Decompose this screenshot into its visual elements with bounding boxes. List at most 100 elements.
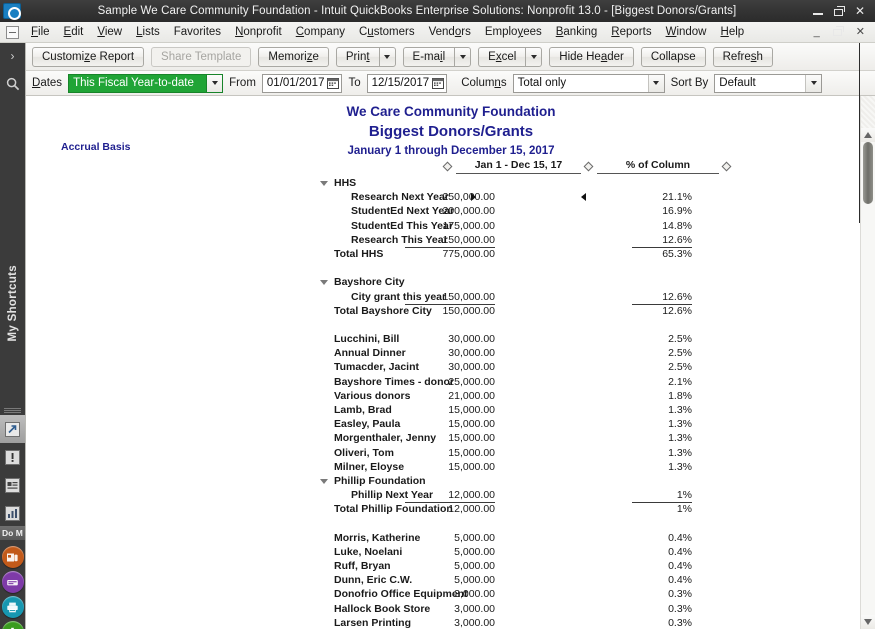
report-row[interactable]: Luke, Noelani 5,000.00 0.4% [56, 545, 846, 559]
collapse-button[interactable]: Collapse [640, 46, 706, 67]
close-button[interactable]: ✕ [855, 5, 865, 17]
row-percent[interactable]: 2.5% [632, 332, 692, 346]
report-row[interactable]: Phillip Next Year 12,000.00 1% [56, 488, 846, 504]
row-percent[interactable]: 0.4% [632, 573, 692, 587]
row-percent[interactable]: 1.8% [632, 389, 692, 403]
row-amount[interactable]: 30,000.00 [405, 360, 495, 374]
menu-item-vendors[interactable]: Vendors [422, 24, 478, 40]
scrollbar-thumb[interactable] [863, 142, 873, 204]
row-amount[interactable]: 30,000.00 [405, 332, 495, 346]
row-percent[interactable]: 0.4% [632, 545, 692, 559]
memorize-button[interactable]: Memorize [258, 46, 329, 67]
report-row[interactable]: Milner, Eloyse 15,000.00 1.3% [56, 460, 846, 474]
menu-item-edit[interactable]: Edit [57, 24, 91, 40]
mdi-minimize-button[interactable]: _ [814, 26, 820, 38]
row-percent[interactable]: 21.1% [632, 190, 692, 204]
row-percent[interactable]: 1.3% [632, 446, 692, 460]
row-percent[interactable]: 2.1% [632, 375, 692, 389]
menu-item-view[interactable]: View [90, 24, 129, 40]
columns-dropdown-arrow[interactable] [647, 74, 664, 92]
calendar-icon[interactable] [432, 77, 445, 89]
from-date-field[interactable]: 01/01/2017 [261, 73, 343, 93]
menu-item-lists[interactable]: Lists [129, 24, 167, 40]
menu-item-company[interactable]: Company [289, 24, 352, 40]
excel-button[interactable]: Excel [478, 46, 526, 67]
row-amount[interactable]: 3,000.00 [405, 602, 495, 616]
hide-header-button[interactable]: Hide Header [549, 46, 634, 67]
payments-icon[interactable] [1, 571, 24, 593]
dates-dropdown-arrow[interactable] [206, 74, 223, 92]
row-amount[interactable]: 250,000.00 [405, 190, 495, 204]
column-resize-handle[interactable] [721, 161, 732, 172]
row-percent[interactable]: 12.6% [632, 304, 692, 318]
row-percent[interactable]: 12.6% [632, 290, 692, 305]
report-row[interactable]: Bayshore Times - donor 25,000.00 2.1% [56, 375, 846, 389]
calendar-icon[interactable] [327, 77, 340, 89]
row-percent[interactable]: 14.8% [632, 219, 692, 233]
collapse-triangle-icon[interactable] [320, 478, 328, 484]
row-amount[interactable]: 12,000.00 [405, 488, 495, 504]
row-percent[interactable]: 1.3% [632, 431, 692, 445]
menu-item-banking[interactable]: Banking [549, 24, 605, 40]
row-amount[interactable]: 5,000.00 [405, 559, 495, 573]
report-row[interactable]: Oliveri, Tom 15,000.00 1.3% [56, 446, 846, 460]
row-amount[interactable]: 3,000.00 [405, 587, 495, 601]
menu-item-favorites[interactable]: Favorites [167, 24, 228, 40]
row-amount[interactable]: 3,000.00 [405, 616, 495, 629]
report-row[interactable]: Lamb, Brad 15,000.00 1.3% [56, 403, 846, 417]
report-row[interactable]: Hallock Book Store 3,000.00 0.3% [56, 602, 846, 616]
card-icon[interactable] [0, 471, 25, 499]
row-percent[interactable]: 1.3% [632, 417, 692, 431]
mdi-close-button[interactable]: ✕ [856, 26, 865, 38]
column-resize-handle[interactable] [583, 161, 594, 172]
report-row[interactable]: Ruff, Bryan 5,000.00 0.4% [56, 559, 846, 573]
mdi-restore-button[interactable] [832, 26, 844, 38]
menu-item-file[interactable]: File [24, 24, 57, 40]
row-amount[interactable]: 150,000.00 [405, 304, 495, 318]
sortby-dropdown[interactable]: Default [714, 73, 823, 93]
row-amount[interactable]: 15,000.00 [405, 431, 495, 445]
contacts-icon[interactable] [1, 546, 24, 568]
row-percent[interactable]: 0.4% [632, 531, 692, 545]
menu-item-reports[interactable]: Reports [604, 24, 658, 40]
column-resize-handle[interactable] [442, 161, 453, 172]
report-row[interactable]: Various donors 21,000.00 1.8% [56, 389, 846, 403]
row-percent[interactable]: 0.3% [632, 587, 692, 601]
columns-dropdown[interactable]: Total only [512, 73, 665, 93]
report-row[interactable]: HHS [56, 176, 846, 190]
chart-icon[interactable] [0, 499, 25, 527]
report-row[interactable]: StudentEd This Year 175,000.00 14.8% [56, 219, 846, 233]
add-icon[interactable] [1, 621, 24, 629]
row-amount[interactable]: 175,000.00 [405, 219, 495, 233]
report-row[interactable]: Donofrio Office Equipment 3,000.00 0.3% [56, 587, 846, 601]
row-percent[interactable]: 1% [632, 502, 692, 516]
row-amount[interactable]: 150,000.00 [405, 290, 495, 305]
search-icon[interactable] [0, 69, 25, 99]
menu-item-window[interactable]: Window [659, 24, 714, 40]
collapse-triangle-icon[interactable] [320, 280, 328, 286]
row-amount[interactable]: 21,000.00 [405, 389, 495, 403]
row-amount[interactable]: 5,000.00 [405, 531, 495, 545]
row-percent[interactable]: 12.6% [632, 233, 692, 248]
report-row[interactable]: Research Next Year 250,000.00 21.1% [56, 190, 846, 204]
row-amount[interactable]: 15,000.00 [405, 403, 495, 417]
collapse-triangle-icon[interactable] [320, 181, 328, 186]
row-percent[interactable]: 2.5% [632, 360, 692, 374]
row-percent[interactable]: 0.3% [632, 602, 692, 616]
refresh-button[interactable]: Refresh [712, 46, 773, 67]
sidebar-grip[interactable] [4, 408, 21, 413]
menu-item-help[interactable]: Help [714, 24, 752, 40]
excel-dropdown-button[interactable] [525, 46, 543, 67]
expand-sidebar-button[interactable]: › [0, 43, 25, 69]
report-row[interactable]: Total HHS 775,000.00 65.3% [56, 247, 846, 261]
print-dropdown-button[interactable] [378, 46, 396, 67]
report-row[interactable]: Annual Dinner 30,000.00 2.5% [56, 346, 846, 360]
report-row[interactable]: Total Bayshore City 150,000.00 12.6% [56, 304, 846, 318]
row-amount[interactable]: 15,000.00 [405, 417, 495, 431]
row-percent[interactable]: 0.4% [632, 559, 692, 573]
row-amount[interactable]: 5,000.00 [405, 545, 495, 559]
report-row[interactable]: Dunn, Eric C.W. 5,000.00 0.4% [56, 573, 846, 587]
report-row[interactable]: Total Phillip Foundation 12,000.00 1% [56, 502, 846, 516]
report-row[interactable]: Morris, Katherine 5,000.00 0.4% [56, 531, 846, 545]
print-button[interactable]: Print [335, 46, 379, 67]
